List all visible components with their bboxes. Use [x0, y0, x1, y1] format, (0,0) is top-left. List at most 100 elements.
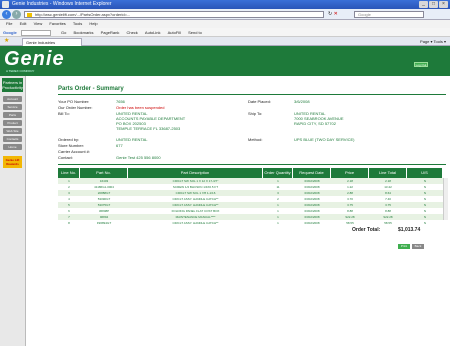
store-number-value: 677	[116, 143, 123, 148]
site-header: Genie A TEREX COMPANY Log Out	[0, 46, 450, 76]
back-arrow-icon[interactable]: ‹	[2, 10, 11, 19]
log-out-button[interactable]: Log Out	[414, 62, 428, 67]
maximize-button[interactable]: □	[429, 1, 438, 8]
menu-file[interactable]: File	[6, 21, 12, 26]
method-value: UPS BLUE (TWO DAY SERVICE)	[294, 137, 355, 142]
tab-genie-industries[interactable]: Genie Industries	[22, 38, 82, 46]
left-navigation: Partners in Productivity Account Service…	[0, 76, 26, 346]
genie-logo[interactable]: Genie	[4, 48, 65, 71]
table-row[interactable]: 8 F96894GT CIRCLT ASSY. HANDLE CATCH** 1 03/…	[58, 220, 443, 226]
web-page: Genie A TEREX COMPANY Log Out Partners i…	[0, 46, 450, 346]
table-scrollbar[interactable]	[443, 178, 448, 220]
table-body: 1 16403 CIRCLT SW SOL 1 X 12 X 17-3/7" 1 03/…	[58, 178, 443, 226]
col-request-date[interactable]: Request Date	[293, 168, 331, 178]
forward-arrow-icon[interactable]: ›	[12, 10, 21, 19]
table-cell: CIRCLT ASSY. HANDLE CATCH**	[172, 221, 219, 225]
google-autolink-button[interactable]: AutoLink	[145, 30, 161, 35]
back-button[interactable]: Back	[412, 244, 424, 249]
table-cell: 1	[277, 221, 279, 225]
ordered-by-value: UNITED RENTAL	[116, 137, 148, 142]
google-bookmarks-button[interactable]: Bookmarks	[74, 30, 94, 35]
col-line-no[interactable]: Line No.	[58, 168, 80, 178]
page-title: Parts Order - Summary	[58, 86, 124, 92]
search-input[interactable]: Google	[354, 11, 424, 18]
order-status-value: Order has been suspended	[116, 105, 165, 110]
order-total-value: $1,013.74	[398, 227, 421, 233]
menu-view[interactable]: View	[34, 21, 43, 26]
close-button[interactable]: ×	[439, 1, 448, 8]
google-sendto-button[interactable]: Send to	[188, 30, 202, 35]
col-part-no[interactable]: Part No.	[80, 168, 128, 178]
minimize-button[interactable]: _	[419, 1, 428, 8]
col-order-quantity[interactable]: Order Quantity	[263, 168, 293, 178]
ordered-by-label: Ordered by:	[58, 137, 80, 142]
date-placed-value: 3/6/2008	[294, 99, 310, 104]
main-content: Parts Order - Summary Your PO Number: 76…	[26, 76, 450, 346]
table-cell: 58.55	[384, 221, 392, 225]
address-actions: ↻ ✕	[328, 11, 350, 18]
nav-item-website[interactable]: Web Site	[3, 128, 22, 134]
logo-tagline: A TEREX COMPANY	[6, 69, 35, 73]
favorites-star-icon[interactable]: ★	[4, 37, 9, 46]
col-price[interactable]: Price	[331, 168, 369, 178]
window-controls: _ □ ×	[419, 1, 448, 8]
po-number-label: Your PO Number:	[58, 99, 90, 104]
carrier-account-label: Carrier Account #:	[58, 149, 91, 154]
google-go-button[interactable]: Go	[61, 30, 66, 35]
nav-item-product[interactable]: Product	[3, 120, 22, 126]
address-bar: ‹ › http://wsc.genielift.com/.../PartsOr…	[0, 9, 450, 20]
google-search-box[interactable]	[20, 29, 51, 36]
nav-item-account[interactable]: Account	[3, 96, 22, 102]
google-pagerank-button[interactable]: PageRank	[101, 30, 120, 35]
po-number-value: 7656	[116, 99, 125, 104]
window-title-bar: Genie Industries - Windows Internet Expl…	[0, 0, 450, 9]
ship-to-label: Ship To:	[248, 111, 263, 116]
contact-label: Contact:	[58, 155, 73, 160]
order-number-label: Our Order Number:	[58, 105, 93, 110]
col-part-description[interactable]: Part Description	[128, 168, 263, 178]
window-title: Genie Industries - Windows Internet Expl…	[12, 1, 112, 7]
menu-help[interactable]: Help	[89, 21, 97, 26]
nav-item-parts[interactable]: Parts	[3, 112, 22, 118]
stop-icon[interactable]: ✕	[334, 11, 338, 17]
table-cell: 58.55	[346, 221, 354, 225]
col-line-total[interactable]: Line Total	[369, 168, 407, 178]
google-toolbar: Google Go Bookmarks PageRank Check AutoL…	[0, 28, 450, 37]
nav-item-home[interactable]: Home	[3, 144, 22, 150]
menu-bar: File Edit View Favorites Tools Help	[0, 20, 450, 28]
tab-bar: ★ Genie Industries Page ▾ Tools ▾	[0, 37, 450, 46]
page-favicon-icon	[27, 13, 32, 17]
menu-favorites[interactable]: Favorites	[49, 21, 65, 26]
google-autofill-button[interactable]: AutoFill	[168, 30, 181, 35]
tab-tools[interactable]: Page ▾ Tools ▾	[420, 38, 446, 45]
table-cell: 03/02/2008	[304, 221, 320, 225]
url-input[interactable]: http://wsc.genielift.com/.../PartsOrder.…	[24, 11, 324, 18]
bill-to-line-4: TEMPLE TERRACE FL 33687-2503	[116, 126, 181, 131]
nav-item-contacts[interactable]: Contacts	[3, 136, 22, 142]
url-text: http://wsc.genielift.com/.../PartsOrder.…	[35, 12, 131, 17]
method-label: Method:	[248, 137, 263, 142]
nav-item-service[interactable]: Service	[3, 104, 22, 110]
store-number-label: Store Number:	[58, 143, 85, 148]
date-placed-label: Date Placed:	[248, 99, 271, 104]
google-check-button[interactable]: Check	[126, 30, 137, 35]
ie-icon	[2, 1, 9, 8]
table-cell: F96894GT	[96, 221, 112, 225]
title-divider	[58, 94, 446, 95]
order-lines-table: Line No. Part No. Part Description Order…	[58, 168, 443, 226]
details-divider	[58, 164, 446, 165]
table-cell: N	[423, 221, 427, 225]
google-toolbar-logo: Google	[3, 30, 17, 35]
bill-to-label: Bill To:	[58, 111, 70, 116]
nav-heading: Partners in Productivity	[2, 78, 23, 92]
ship-to-line-3: RAPID CITY, SD 57702	[294, 121, 336, 126]
print-button[interactable]: Print	[398, 244, 410, 249]
rewards-promo-banner[interactable]: Genie Lift Rewards	[3, 156, 22, 168]
table-header: Line No. Part No. Part Description Order…	[58, 168, 443, 178]
menu-tools[interactable]: Tools	[73, 21, 82, 26]
order-total-label: Order Total:	[352, 227, 381, 233]
menu-edit[interactable]: Edit	[20, 21, 27, 26]
refresh-icon[interactable]: ↻	[328, 11, 332, 17]
table-cell: 8	[68, 221, 70, 225]
col-us[interactable]: U/S	[407, 168, 443, 178]
